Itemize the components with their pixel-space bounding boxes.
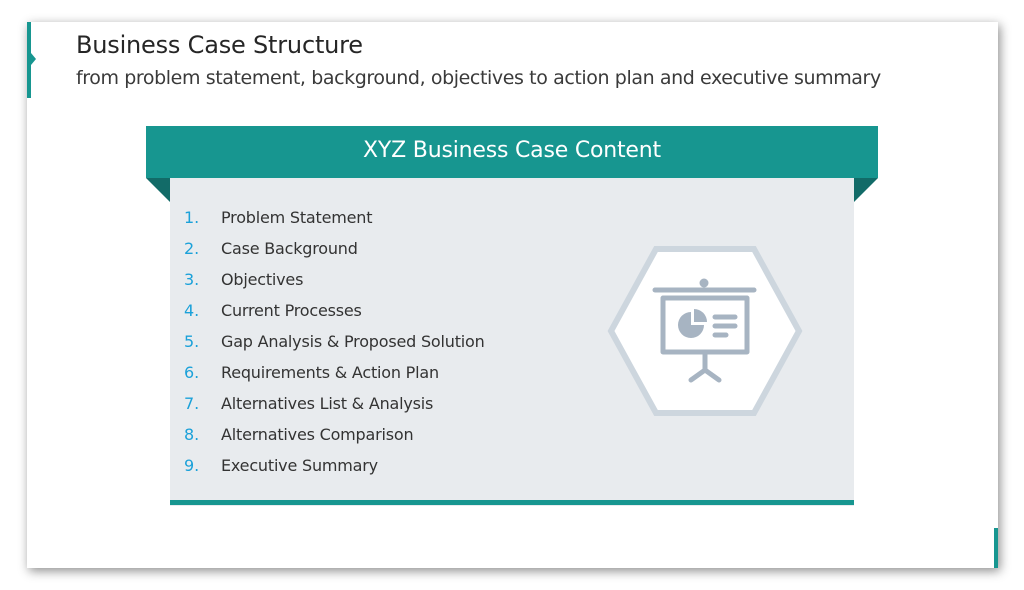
banner-fold-right <box>854 178 878 202</box>
presentation-board-icon <box>607 246 803 416</box>
banner-fold-left <box>146 178 170 202</box>
item-label: Executive Summary <box>221 456 378 475</box>
item-label: Gap Analysis & Proposed Solution <box>221 332 485 351</box>
item-number: 9. <box>184 456 200 475</box>
item-label: Alternatives Comparison <box>221 425 414 444</box>
item-number: 2. <box>184 239 200 258</box>
item-number: 8. <box>184 425 200 444</box>
list-item: 7. Alternatives List & Analysis <box>184 393 485 424</box>
list-item: 8. Alternatives Comparison <box>184 424 485 455</box>
list-item: 1. Problem Statement <box>184 207 485 238</box>
item-number: 3. <box>184 270 200 289</box>
list-item: 6. Requirements & Action Plan <box>184 362 485 393</box>
card-heading: XYZ Business Case Content <box>363 138 661 163</box>
slide: Business Case Structure from problem sta… <box>27 22 998 568</box>
board-hook <box>699 278 709 288</box>
list-item: 5. Gap Analysis & Proposed Solution <box>184 331 485 362</box>
card-bottom-border <box>170 500 854 505</box>
list-item: 4. Current Processes <box>184 300 485 331</box>
hexagon-frame <box>607 246 803 416</box>
item-number: 5. <box>184 332 200 351</box>
hexagon-icon-badge <box>607 245 803 417</box>
slide-subtitle: from problem statement, background, obje… <box>76 67 881 89</box>
list-item: 2. Case Background <box>184 238 485 269</box>
item-number: 6. <box>184 363 200 382</box>
list-item: 3. Objectives <box>184 269 485 300</box>
item-label: Requirements & Action Plan <box>221 363 439 382</box>
item-label: Case Background <box>221 239 358 258</box>
item-number: 1. <box>184 208 200 227</box>
item-label: Objectives <box>221 270 304 289</box>
list-item: 9. Executive Summary <box>184 455 485 486</box>
content-list: 1. Problem Statement 2. Case Background 3.… <box>184 207 485 486</box>
accent-notch <box>31 53 36 65</box>
item-number: 7. <box>184 394 200 413</box>
card-banner: XYZ Business Case Content <box>146 126 878 178</box>
slide-title: Business Case Structure <box>76 31 363 59</box>
accent-bar-right <box>994 528 998 568</box>
item-label: Alternatives List & Analysis <box>221 394 434 413</box>
item-label: Problem Statement <box>221 208 373 227</box>
item-label: Current Processes <box>221 301 362 320</box>
item-number: 4. <box>184 301 200 320</box>
